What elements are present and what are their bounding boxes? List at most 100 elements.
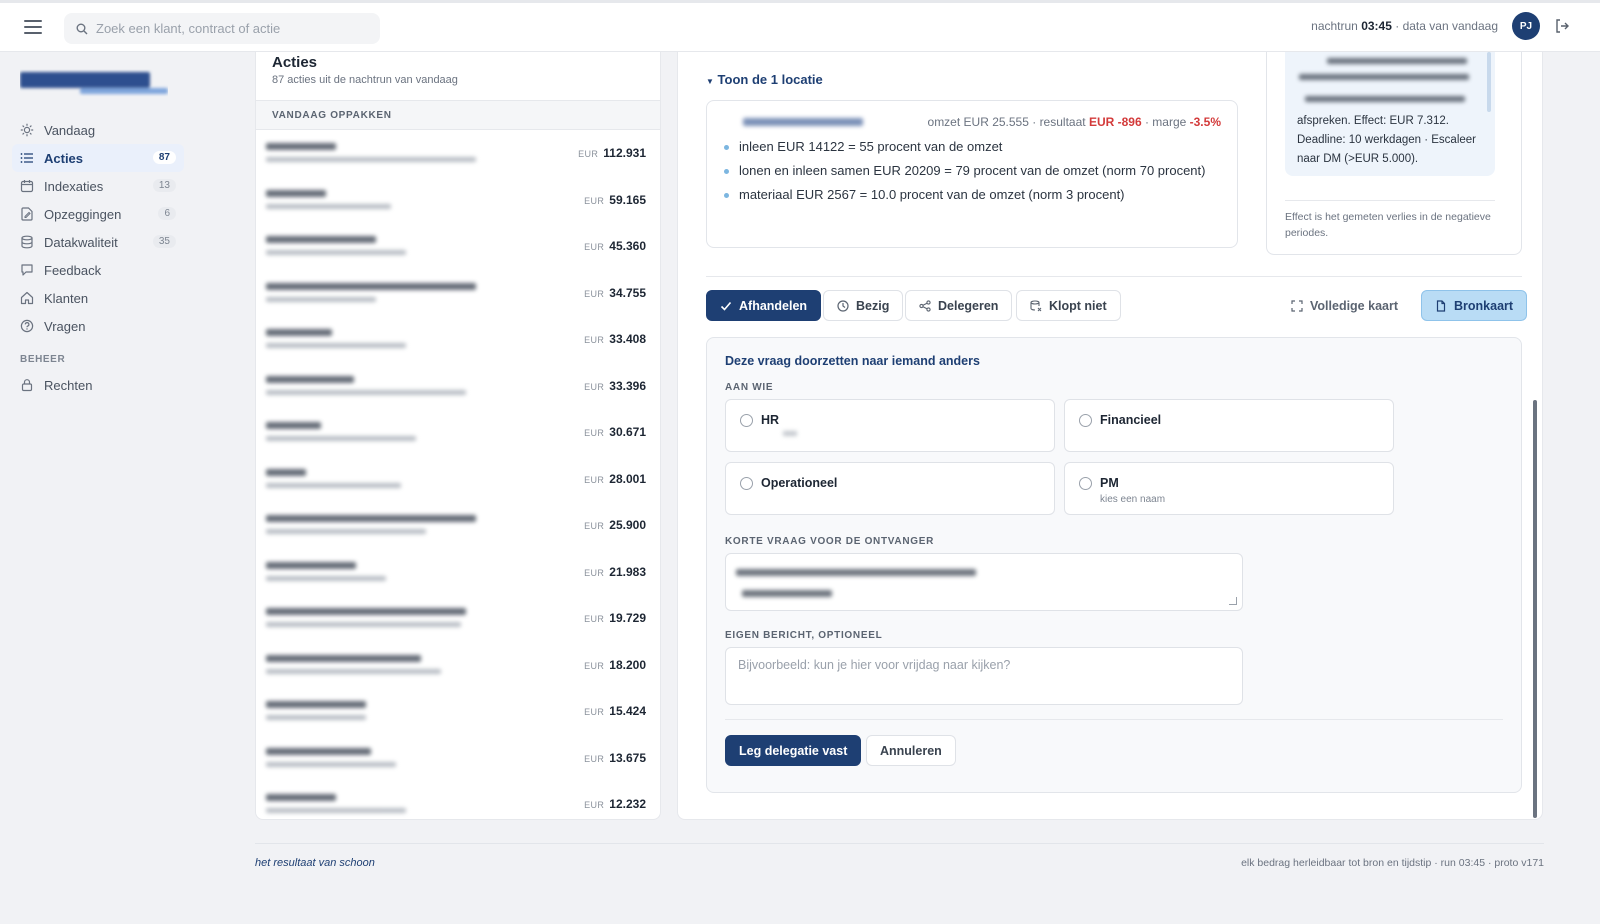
sidebar-item-label: Acties xyxy=(44,150,84,166)
volledige-kaart-button[interactable]: Volledige kaart xyxy=(1277,290,1412,321)
row-name-redacted xyxy=(266,511,496,539)
row-amount: EUR 25.900 xyxy=(584,518,646,532)
count-badge: 87 xyxy=(152,151,176,164)
table-row[interactable]: EUR 112.931 xyxy=(256,130,660,177)
sidebar-item-label: Klanten xyxy=(44,290,89,306)
option-financieel[interactable]: Financieel xyxy=(1064,399,1394,452)
table-row[interactable]: EUR 34.755 xyxy=(256,270,660,317)
row-name-redacted xyxy=(266,651,496,679)
row-amount: EUR 112.931 xyxy=(578,146,646,160)
row-name-redacted xyxy=(266,186,496,214)
option-sub: kies een naam xyxy=(1100,494,1166,505)
sidebar-item-vandaag[interactable]: Vandaag xyxy=(12,116,184,144)
table-row[interactable]: EUR 18.200 xyxy=(256,642,660,689)
table-row[interactable]: EUR 15.424 xyxy=(256,688,660,735)
toggle-locations[interactable]: ▼ Toon de 1 locatie xyxy=(706,72,823,87)
currency-label: EUR xyxy=(584,753,605,764)
question-label: KORTE VRAAG VOOR DE ONTVANGER xyxy=(725,536,935,547)
row-amount: EUR 59.165 xyxy=(584,193,646,207)
row-amount: EUR 28.001 xyxy=(584,472,646,486)
sidebar-item-datakwaliteit[interactable]: Datakwaliteit 35 xyxy=(12,228,184,256)
table-row[interactable]: EUR 12.232 xyxy=(256,781,660,819)
amount-value: 25.900 xyxy=(609,518,646,533)
sidebar-item-label: Rechten xyxy=(44,377,93,393)
search-icon xyxy=(76,23,88,34)
table-row[interactable]: EUR 13.675 xyxy=(256,735,660,782)
radio-financieel[interactable] xyxy=(1079,414,1092,427)
sidebar-item-label: Vragen xyxy=(44,318,86,334)
finding-item: inleen EUR 14122 = 55 procent van de omz… xyxy=(723,137,1221,157)
share-icon xyxy=(919,299,931,312)
currency-label: EUR xyxy=(584,660,605,671)
message-field[interactable] xyxy=(725,647,1243,705)
klopt-niet-button[interactable]: Klopt niet xyxy=(1016,290,1121,321)
radio-hr[interactable] xyxy=(740,414,753,427)
actions-panel: Acties 87 acties uit de nachtrun van van… xyxy=(255,52,661,820)
currency-label: EUR xyxy=(584,288,605,299)
question-field[interactable] xyxy=(725,553,1243,611)
location-name-redacted xyxy=(723,117,863,127)
option-sub-redacted xyxy=(783,431,797,436)
afhandelen-button[interactable]: Afhandelen xyxy=(706,290,822,321)
advice-card: afspreken. Effect: EUR 7.312. Deadline: … xyxy=(1266,52,1522,255)
sidebar-item-rechten[interactable]: Rechten xyxy=(12,371,184,399)
table-row[interactable]: EUR 33.396 xyxy=(256,363,660,410)
bezig-button[interactable]: Bezig xyxy=(823,290,904,321)
radio-operationeel[interactable] xyxy=(740,477,753,490)
logout-icon[interactable] xyxy=(1554,18,1570,34)
row-amount: EUR 19.729 xyxy=(584,611,646,625)
sidebar-item-opzeggingen[interactable]: Opzeggingen 6 xyxy=(12,200,184,228)
question-redacted-text xyxy=(736,569,976,576)
option-operationeel[interactable]: Operationeel xyxy=(725,462,1055,515)
toggle-label: Toon de 1 locatie xyxy=(717,72,823,87)
help-icon xyxy=(20,319,34,333)
delegeren-button[interactable]: Delegeren xyxy=(905,290,1013,321)
option-hr[interactable]: HR xyxy=(725,399,1055,452)
advice-scrollbar[interactable] xyxy=(1487,52,1491,112)
option-name: Financieel xyxy=(1100,413,1162,427)
row-amount: EUR 45.360 xyxy=(584,239,646,253)
check-icon xyxy=(720,301,732,311)
search-input[interactable] xyxy=(96,21,366,36)
bronkaart-button[interactable]: Bronkaart xyxy=(1421,290,1528,321)
section-header: VANDAAG OPPAKKEN xyxy=(256,100,660,130)
avatar[interactable]: PJ xyxy=(1512,12,1540,40)
search-box[interactable] xyxy=(64,13,380,44)
advice-text: afspreken. Effect: EUR 7.312. Deadline: … xyxy=(1297,115,1476,165)
table-row[interactable]: EUR 28.001 xyxy=(256,456,660,503)
sidebar-item-label: Datakwaliteit xyxy=(44,234,118,250)
sidebar-item-feedback[interactable]: Feedback xyxy=(12,256,184,284)
table-row[interactable]: EUR 25.900 xyxy=(256,502,660,549)
table-row[interactable]: EUR 19.729 xyxy=(256,595,660,642)
currency-label: EUR xyxy=(584,381,605,392)
resize-handle-icon[interactable] xyxy=(1229,597,1237,605)
sidebar-item-acties[interactable]: Acties 87 xyxy=(12,144,184,172)
sidebar-item-label: Feedback xyxy=(44,262,102,278)
sidebar-item-label: Opzeggingen xyxy=(44,206,122,222)
sidebar-item-vragen[interactable]: Vragen xyxy=(12,312,184,340)
main-scrollbar[interactable] xyxy=(1533,400,1537,818)
sidebar-item-indexaties[interactable]: Indexaties 13 xyxy=(12,172,184,200)
table-row[interactable]: EUR 21.983 xyxy=(256,549,660,596)
menu-icon[interactable] xyxy=(24,20,42,34)
cancel-button[interactable]: Annuleren xyxy=(866,735,956,766)
table-row[interactable]: EUR 45.360 xyxy=(256,223,660,270)
count-badge: 35 xyxy=(152,235,176,248)
row-name-redacted xyxy=(266,604,496,632)
currency-label: EUR xyxy=(584,195,605,206)
delegation-panel: Deze vraag doorzetten naar iemand anders… xyxy=(706,337,1522,793)
run-info: nachtrun 03:45 · data van vandaag xyxy=(1311,19,1498,33)
currency-label: EUR xyxy=(584,800,605,811)
detail-card: ▼ Toon de 1 locatie omzet EUR 25.555 · r… xyxy=(677,52,1543,820)
table-row[interactable]: EUR 59.165 xyxy=(256,177,660,224)
amount-value: 28.001 xyxy=(609,471,646,486)
submit-delegation-button[interactable]: Leg delegatie vast xyxy=(725,735,862,766)
option-pm[interactable]: PM kies een naam xyxy=(1064,462,1394,515)
row-name-redacted xyxy=(266,697,496,725)
table-row[interactable]: EUR 33.408 xyxy=(256,316,660,363)
table-row[interactable]: EUR 30.671 xyxy=(256,409,660,456)
sidebar-item-klanten[interactable]: Klanten xyxy=(12,284,184,312)
row-amount: EUR 18.200 xyxy=(584,658,646,672)
button-label: Klopt niet xyxy=(1049,298,1107,313)
radio-pm[interactable] xyxy=(1079,477,1092,490)
